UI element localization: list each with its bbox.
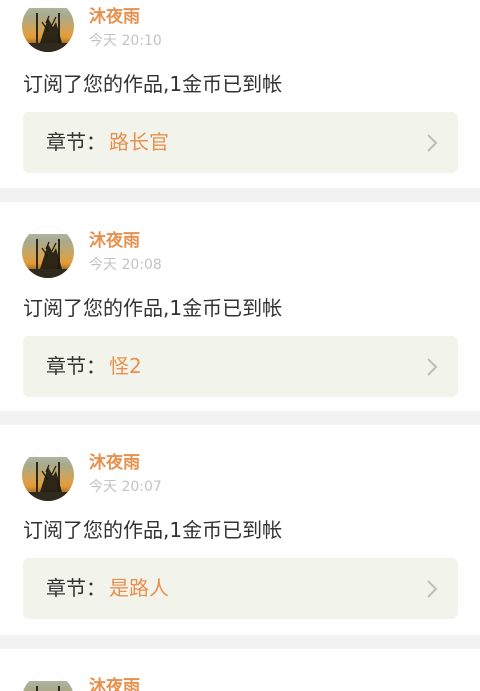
avatar-image-icon <box>22 673 74 691</box>
chapter-label: 章节： <box>46 130 106 154</box>
user-name[interactable]: 沐夜雨 <box>89 453 140 473</box>
chapter-title: 是路人 <box>109 576 169 600</box>
timestamp: 今天 20:10 <box>89 33 162 49</box>
avatar-image-icon <box>22 0 74 52</box>
chevron-right-icon <box>427 358 438 376</box>
user-name[interactable]: 沐夜雨 <box>89 677 140 691</box>
notification-message: 订阅了您的作品,1金币已到帐 <box>23 72 283 96</box>
chevron-right-icon <box>427 580 438 598</box>
chapter-title: 怪2 <box>109 354 142 378</box>
chevron-right-icon <box>427 134 438 152</box>
chapter-label: 章节： <box>46 576 106 600</box>
chapter-link[interactable]: 章节： 怪2 <box>23 336 458 397</box>
notification-card: 沐夜雨 <box>0 649 480 691</box>
avatar[interactable] <box>22 449 74 501</box>
user-name[interactable]: 沐夜雨 <box>89 231 140 251</box>
chapter-title: 路长官 <box>109 130 169 154</box>
avatar[interactable] <box>22 673 74 691</box>
chapter-link[interactable]: 章节： 是路人 <box>23 558 458 619</box>
notification-message: 订阅了您的作品,1金币已到帐 <box>23 296 283 320</box>
timestamp: 今天 20:08 <box>89 257 162 273</box>
avatar[interactable] <box>22 226 74 278</box>
notification-feed: 沐夜雨 今天 20:10 订阅了您的作品,1金币已到帐 章节： 路长官 沐夜雨 … <box>0 0 480 691</box>
user-name[interactable]: 沐夜雨 <box>89 7 140 27</box>
notification-card: 沐夜雨 今天 20:10 订阅了您的作品,1金币已到帐 章节： 路长官 <box>0 0 480 188</box>
chapter-link[interactable]: 章节： 路长官 <box>23 112 458 173</box>
notification-card: 沐夜雨 今天 20:08 订阅了您的作品,1金币已到帐 章节： 怪2 <box>0 202 480 411</box>
timestamp: 今天 20:07 <box>89 479 162 495</box>
notification-card: 沐夜雨 今天 20:07 订阅了您的作品,1金币已到帐 章节： 是路人 <box>0 425 480 635</box>
avatar[interactable] <box>22 0 74 52</box>
chapter-label: 章节： <box>46 354 106 378</box>
avatar-image-icon <box>22 226 74 278</box>
notification-message: 订阅了您的作品,1金币已到帐 <box>23 518 283 542</box>
avatar-image-icon <box>22 449 74 501</box>
